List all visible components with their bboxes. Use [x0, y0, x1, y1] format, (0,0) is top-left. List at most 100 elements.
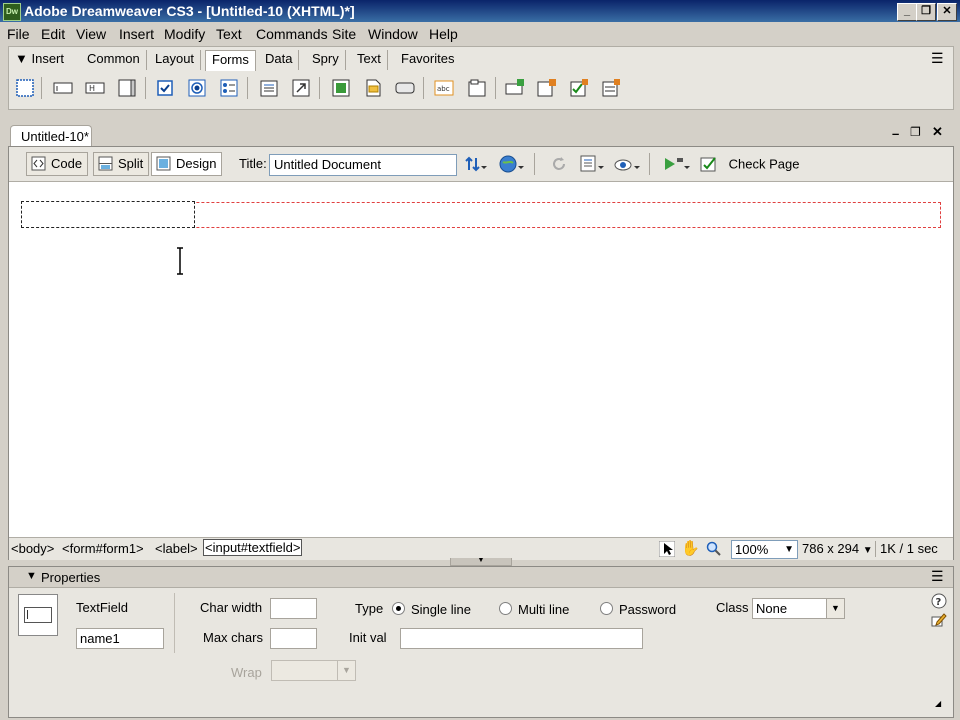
textarea-icon[interactable]: [117, 78, 137, 98]
doc-minimize-icon[interactable]: –: [892, 126, 899, 141]
svg-text:?: ?: [936, 597, 942, 608]
check-page-label: Check Page: [728, 156, 800, 172]
design-view-label: Design: [176, 156, 217, 171]
tab-layout[interactable]: Layout: [149, 50, 202, 70]
minimize-button[interactable]: _: [897, 3, 917, 21]
design-view-canvas[interactable]: [9, 182, 953, 536]
insert-bar-header[interactable]: ▼ Insert: [15, 51, 64, 66]
menu-insert[interactable]: Insert: [119, 26, 154, 42]
menu-file[interactable]: File: [7, 26, 30, 42]
download-size: 1K / 1 sec: [880, 541, 938, 556]
tab-spry[interactable]: Spry: [306, 50, 346, 70]
document-title-input[interactable]: Untitled Document: [269, 154, 457, 176]
wrap-select-disabled: ▼: [271, 660, 356, 681]
restore-button[interactable]: ❐: [916, 3, 936, 21]
doc-close-icon[interactable]: ✕: [932, 124, 943, 140]
insert-bar-label: Insert: [31, 51, 64, 66]
panel-splitter-handle[interactable]: ▼: [450, 557, 512, 566]
spry-validation-select-icon[interactable]: [601, 78, 621, 98]
refresh-design-view-icon[interactable]: [549, 154, 569, 174]
view-options-icon[interactable]: [579, 154, 605, 174]
split-view-button[interactable]: Split: [93, 152, 150, 176]
menu-help[interactable]: Help: [429, 26, 458, 42]
chevron-down-icon: ▼: [337, 661, 355, 680]
tag-label[interactable]: <label>: [155, 541, 198, 556]
init-val-input[interactable]: [400, 628, 643, 649]
list-menu-icon[interactable]: [259, 78, 279, 98]
window-size-menu[interactable]: 786 x 294 ▼: [802, 541, 873, 556]
menu-modify[interactable]: Modify: [164, 26, 205, 42]
hand-tool-icon[interactable]: ✋: [681, 539, 700, 557]
tag-body[interactable]: <body>: [11, 541, 54, 556]
wrap-label: Wrap: [231, 665, 262, 680]
single-line-radio[interactable]: [392, 602, 405, 615]
char-width-input[interactable]: [270, 598, 317, 619]
properties-title: Properties: [41, 570, 101, 585]
window-size-value: 786 x 294: [802, 541, 860, 556]
hidden-field-icon[interactable]: H: [85, 78, 105, 98]
properties-header[interactable]: ▼ Properties ☰: [9, 567, 953, 588]
selected-text-field[interactable]: [21, 201, 195, 228]
spry-validation-textarea-icon[interactable]: [537, 78, 557, 98]
button-icon[interactable]: [395, 78, 415, 98]
jump-menu-icon[interactable]: [291, 78, 311, 98]
menu-site[interactable]: Site: [332, 26, 356, 42]
multi-line-label: Multi line: [518, 602, 570, 617]
multi-line-radio[interactable]: [499, 602, 512, 615]
menu-commands[interactable]: Commands: [256, 26, 328, 42]
text-field-icon[interactable]: [53, 78, 73, 98]
check-page-button[interactable]: Check Page: [699, 155, 799, 175]
image-field-icon[interactable]: [331, 78, 351, 98]
visual-aids-icon[interactable]: [613, 154, 641, 174]
tab-text[interactable]: Text: [351, 50, 388, 70]
panel-options-icon[interactable]: ☰: [931, 568, 944, 585]
spry-validation-checkbox-icon[interactable]: [569, 78, 589, 98]
tag-input-selected[interactable]: <input#textfield>: [203, 539, 303, 556]
preview-in-browser-icon[interactable]: [499, 154, 525, 174]
radio-group-icon[interactable]: [219, 78, 239, 98]
insert-bar: ▼ Insert Common Layout Forms Data Spry T…: [8, 46, 954, 110]
file-management-icon[interactable]: [464, 154, 488, 174]
document-tab[interactable]: Untitled-10*: [10, 125, 92, 148]
fieldset-icon[interactable]: [467, 78, 487, 98]
pointer-tool-icon[interactable]: [659, 541, 675, 557]
help-icon[interactable]: ?: [931, 593, 947, 609]
radio-button-icon[interactable]: [187, 78, 207, 98]
tab-favorites[interactable]: Favorites: [395, 50, 460, 70]
file-field-icon[interactable]: [363, 78, 383, 98]
class-select[interactable]: None ▼: [752, 598, 845, 619]
max-chars-input[interactable]: [270, 628, 317, 649]
tag-form[interactable]: <form#form1>: [62, 541, 144, 556]
menu-view[interactable]: View: [76, 26, 106, 42]
max-chars-label: Max chars: [203, 630, 263, 645]
panel-resize-icon[interactable]: ◢: [935, 699, 941, 708]
panel-options-icon[interactable]: ☰: [931, 50, 944, 67]
split-view-icon: [98, 156, 113, 171]
tab-data[interactable]: Data: [259, 50, 300, 70]
spry-validation-text-field-icon[interactable]: [505, 78, 525, 98]
code-view-icon: [31, 156, 46, 171]
doc-restore-icon[interactable]: ❐: [910, 125, 921, 139]
menu-text[interactable]: Text: [216, 26, 242, 42]
design-view-icon: [156, 156, 171, 171]
tab-forms[interactable]: Forms: [205, 50, 256, 71]
design-view-button[interactable]: Design: [151, 152, 223, 176]
menu-window[interactable]: Window: [368, 26, 418, 42]
zoom-select[interactable]: 100% ▼: [731, 540, 798, 559]
menu-bar: File Edit View Insert Modify Text Comman…: [0, 22, 960, 44]
edit-tag-icon[interactable]: [931, 611, 947, 627]
zoom-tool-icon[interactable]: [706, 541, 722, 557]
label-icon[interactable]: abc: [434, 78, 454, 98]
window-title: Adobe Dreamweaver CS3 - [Untitled-10 (XH…: [24, 3, 355, 19]
password-radio[interactable]: [600, 602, 613, 615]
validate-markup-icon[interactable]: [663, 154, 691, 174]
form-icon[interactable]: [15, 78, 35, 98]
checkbox-icon[interactable]: [155, 78, 175, 98]
code-view-button[interactable]: Code: [26, 152, 89, 176]
menu-edit[interactable]: Edit: [41, 26, 65, 42]
i-beam-cursor-icon: [177, 247, 183, 275]
close-button[interactable]: ✕: [937, 3, 957, 21]
textfield-name-input[interactable]: name1: [76, 628, 164, 649]
collapse-arrow-icon: ▼: [15, 51, 32, 66]
tab-common[interactable]: Common: [81, 50, 147, 70]
